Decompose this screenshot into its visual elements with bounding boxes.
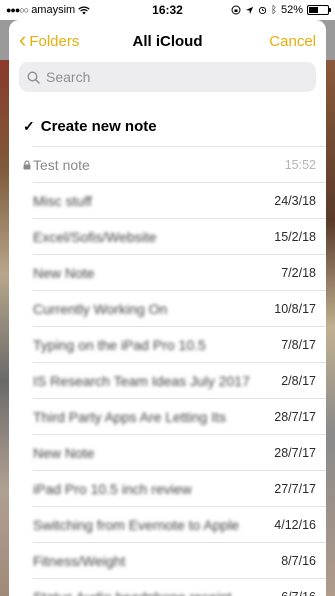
note-row[interactable]: Misc stuff 24/3/18 xyxy=(9,183,326,219)
note-date: 6/7/16 xyxy=(281,590,316,596)
carrier-name: amaysim xyxy=(31,4,76,16)
signal-dots-icon: ●●●○○ xyxy=(6,5,29,15)
note-title: New Note xyxy=(33,265,95,281)
note-row[interactable]: iPad Pro 10.5 inch review 27/7/17 xyxy=(9,471,326,507)
back-label: Folders xyxy=(29,32,80,50)
screen-rotation-lock-icon xyxy=(231,5,241,15)
chevron-left-icon: ‹ xyxy=(19,27,27,52)
note-title: Currently Working On xyxy=(33,301,168,317)
note-date: 7/8/17 xyxy=(281,338,316,352)
note-date: 15:52 xyxy=(284,158,316,172)
note-row[interactable]: Currently Working On 10/8/17 xyxy=(9,291,326,327)
notes-list: Misc stuff 24/3/18 Excel/Sofis/Website 15/2… xyxy=(9,183,326,596)
note-title: Fitness/Weight xyxy=(33,553,126,569)
back-button[interactable]: ‹ Folders xyxy=(19,27,80,52)
note-date: 10/8/17 xyxy=(274,302,316,316)
note-row[interactable]: Switching from Evernote to Apple 4/12/16 xyxy=(9,507,326,543)
note-row[interactable]: IS Research Team Ideas July 2017 2/8/17 xyxy=(9,363,326,399)
note-row[interactable]: New Note 28/7/17 xyxy=(9,435,326,471)
note-row[interactable]: Status Audio headphone receipt6/7/16 xyxy=(9,579,326,596)
create-new-note-button[interactable]: ✓ Create new note xyxy=(9,106,326,146)
location-icon xyxy=(245,6,254,14)
background-app-left-edge xyxy=(0,60,9,596)
note-title: New Note xyxy=(33,445,95,461)
status-bar: ●●●○○ amaysim 16:32 ᛒ 52% xyxy=(0,0,335,20)
move-note-sheet: ‹ Folders All iCloud Cancel ✓ Create new… xyxy=(9,20,326,596)
battery-icon xyxy=(307,5,331,15)
create-new-note-label: Create new note xyxy=(40,117,157,135)
note-date: 24/3/18 xyxy=(274,194,316,208)
background-app-right-edge xyxy=(326,60,335,596)
search-input[interactable] xyxy=(46,69,308,85)
note-row[interactable]: Excel/Sofis/Website 15/2/18 xyxy=(9,219,326,255)
note-title: Excel/Sofis/Website xyxy=(33,229,157,245)
note-row[interactable]: New Note 7/2/18 xyxy=(9,255,326,291)
note-title: Third Party Apps Are Letting Its xyxy=(33,409,226,425)
battery-percent: 52% xyxy=(280,4,303,16)
bluetooth-icon: ᛒ xyxy=(270,4,277,16)
note-title: iPad Pro 10.5 inch review xyxy=(33,481,192,497)
note-title: Typing on the iPad Pro 10.5 xyxy=(33,337,206,353)
note-title: Switching from Evernote to Apple xyxy=(33,517,240,533)
note-row[interactable]: Fitness/Weight 8/7/16 xyxy=(9,543,326,579)
note-title: Status Audio headphone receipt xyxy=(33,589,281,596)
search-icon xyxy=(27,70,40,84)
note-date: 4/12/16 xyxy=(274,518,316,532)
wifi-icon xyxy=(78,5,90,14)
checkmark-icon: ✓ xyxy=(23,117,35,134)
note-date: 28/7/17 xyxy=(274,410,316,424)
note-date: 28/7/17 xyxy=(274,446,316,460)
note-date: 27/7/17 xyxy=(274,482,316,496)
cancel-button[interactable]: Cancel xyxy=(269,33,316,50)
page-title: All iCloud xyxy=(132,32,203,50)
alarm-icon xyxy=(258,6,267,15)
note-date: 15/2/18 xyxy=(274,230,316,244)
lock-icon xyxy=(23,160,31,170)
note-date: 2/8/17 xyxy=(281,374,316,388)
status-time: 16:32 xyxy=(152,3,183,17)
note-row-locked[interactable]: Test note 15:52 xyxy=(9,147,326,183)
note-title: IS Research Team Ideas July 2017 xyxy=(33,373,250,389)
note-date: 7/2/18 xyxy=(281,266,316,280)
carrier-info: ●●●○○ amaysim xyxy=(6,4,90,16)
note-date: 8/7/16 xyxy=(281,554,316,568)
nav-bar: ‹ Folders All iCloud Cancel xyxy=(9,20,326,62)
status-right: ᛒ 52% xyxy=(231,4,331,16)
note-row[interactable]: Typing on the iPad Pro 10.5 7/8/17 xyxy=(9,327,326,363)
note-title: Test note xyxy=(33,157,90,173)
note-title: Misc stuff xyxy=(33,193,92,209)
note-row[interactable]: Third Party Apps Are Letting Its 28/7/17 xyxy=(9,399,326,435)
search-bar[interactable] xyxy=(19,62,316,92)
